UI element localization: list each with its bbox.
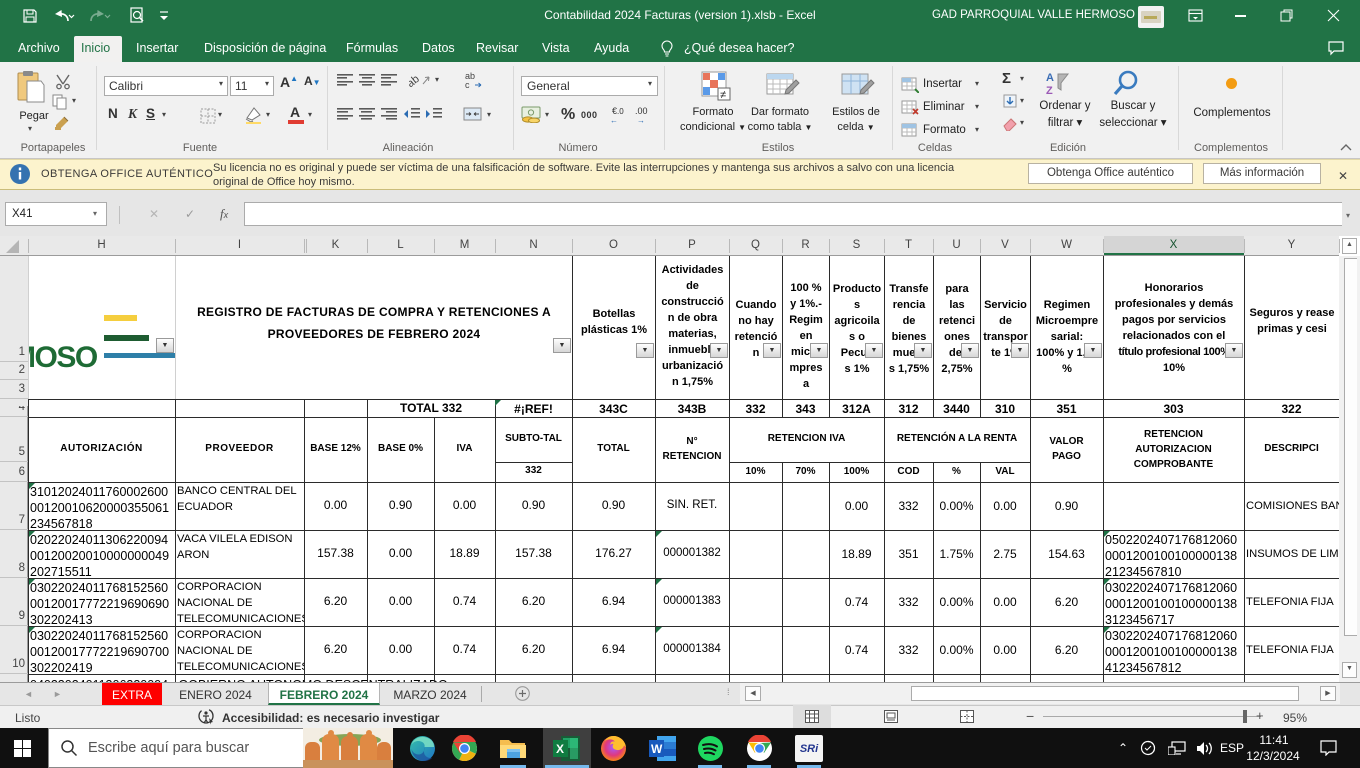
svg-text:A: A [1046,72,1054,84]
svg-text:ab: ab [409,73,422,88]
svg-text:W: W [651,742,663,756]
svg-text:≠: ≠ [720,89,726,101]
svg-text:X: X [556,742,564,756]
svg-text:c: c [465,80,470,90]
svg-text:Z: Z [1046,85,1053,97]
